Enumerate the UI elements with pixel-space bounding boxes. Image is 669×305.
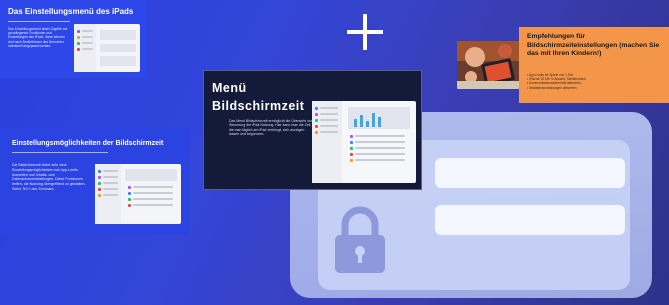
background-field-line <box>435 205 625 235</box>
card-ipad-settings-menu[interactable]: Das Einstellungsmenü des iPads Das Einst… <box>0 0 147 78</box>
card-screentime-settings-options[interactable]: Einstellungsmöglichkeiten der Bildschirm… <box>0 128 189 235</box>
card-title: Menü Bildschirmzeit <box>212 79 304 115</box>
settings-screenshot-thumbnail <box>74 24 140 72</box>
card-text: Das Menü Bildschirmzeit ermöglicht die Ü… <box>229 119 313 137</box>
screentime-screenshot-thumbnail <box>312 101 416 183</box>
card-title: Empfehlungen für Bildschirmzeiteinstellu… <box>527 33 660 58</box>
recommendations-panel: Empfehlungen für Bildschirmzeiteinstellu… <box>519 27 669 103</box>
card-title: Das Einstellungsmenü des iPads <box>8 7 134 16</box>
plus-icon[interactable] <box>345 12 385 52</box>
list-item: • Inhaltsbeschränkungen aktivieren <box>527 85 577 90</box>
card-title: Einstellungsmöglichkeiten der Bildschirm… <box>12 140 164 147</box>
card-title-line: Menü <box>212 81 247 95</box>
card-text: Die Bildschirmzeit bietet sehr viele Ein… <box>12 163 86 191</box>
child-tablet-photo <box>457 41 519 89</box>
card-title-line: Bildschirmzeit <box>212 99 305 113</box>
card-screentime-menu[interactable]: Menü Bildschirmzeit Das Menü Bildschirmz… <box>203 70 422 190</box>
screentime-screenshot-thumbnail <box>95 164 181 224</box>
card-text: Das Einstellungsmenü bietet Zugriffe auf… <box>8 27 68 48</box>
background-field-line <box>435 158 625 188</box>
recommendations-list: • App-Limits für Spiele von 1 Std. • iPa… <box>527 73 667 90</box>
card-recommendations[interactable]: Empfehlungen für Bildschirmzeiteinstellu… <box>457 27 669 103</box>
title-underline <box>12 152 108 153</box>
lock-icon <box>335 206 385 273</box>
title-underline <box>8 21 70 22</box>
